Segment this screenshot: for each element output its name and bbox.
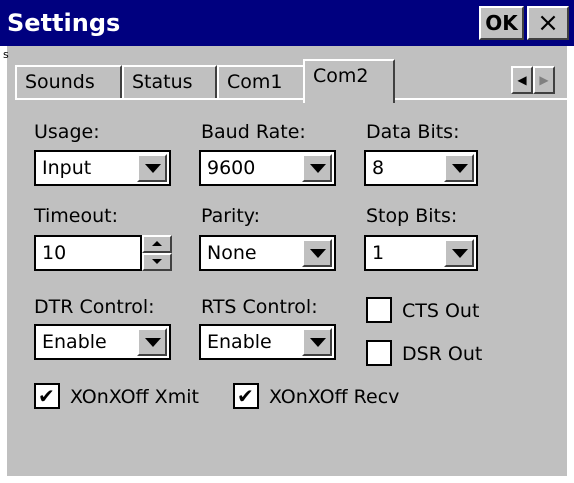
xonxoff-recv-checkbox[interactable]: ✔ — [233, 383, 259, 409]
baud-rate-dropdown-arrow[interactable] — [302, 154, 332, 182]
parity-value: None — [207, 242, 257, 264]
tab-scroll-indicator: s — [3, 48, 9, 61]
tab-scroll-right-button[interactable]: ▶ — [533, 66, 555, 94]
data-bits-value: 8 — [372, 157, 385, 179]
chevron-down-icon — [310, 164, 326, 173]
checkmark-icon: ✔ — [38, 384, 55, 408]
stop-bits-dropdown-arrow[interactable] — [444, 239, 474, 267]
rts-control-dropdown-arrow[interactable] — [302, 328, 332, 356]
dsr-out-label: DSR Out — [402, 343, 483, 365]
ok-button[interactable]: OK — [479, 6, 524, 40]
dtr-control-value: Enable — [42, 331, 107, 353]
settings-window: Settings OK × s Sounds Status Com1 Com2 … — [0, 0, 574, 483]
parity-label: Parity: — [201, 205, 261, 227]
tab-sounds[interactable]: Sounds — [15, 65, 122, 98]
timeout-input[interactable]: 10 — [34, 235, 142, 271]
timeout-value: 10 — [42, 242, 67, 264]
data-bits-label: Data Bits: — [366, 121, 460, 143]
usage-dropdown[interactable]: Input — [34, 150, 171, 186]
dtr-control-label: DTR Control: — [34, 296, 155, 318]
tab-com2[interactable]: Com2 — [303, 59, 395, 103]
baud-rate-dropdown[interactable]: 9600 — [199, 150, 336, 186]
timeout-stepper[interactable] — [142, 235, 172, 271]
chevron-down-icon — [452, 164, 468, 173]
stop-bits-dropdown[interactable]: 1 — [364, 235, 478, 271]
checkmark-icon: ✔ — [237, 384, 254, 408]
xonxoff-xmit-label: XOnXOff Xmit — [70, 386, 199, 408]
dsr-out-checkbox[interactable] — [366, 340, 392, 366]
dtr-control-dropdown-arrow[interactable] — [137, 328, 167, 356]
window-frame-right — [567, 46, 574, 483]
chevron-down-icon — [310, 249, 326, 258]
chevron-down-icon — [145, 338, 161, 347]
chevron-down-icon — [310, 338, 326, 347]
data-bits-dropdown[interactable]: 8 — [364, 150, 478, 186]
stop-bits-label: Stop Bits: — [366, 205, 458, 227]
parity-dropdown[interactable]: None — [199, 235, 336, 271]
title-bar: Settings OK × — [0, 0, 574, 46]
window-title: Settings — [7, 9, 121, 37]
usage-value: Input — [42, 157, 92, 179]
baud-rate-value: 9600 — [207, 157, 256, 179]
timeout-increment-button[interactable] — [142, 235, 172, 253]
rts-control-label: RTS Control: — [201, 296, 318, 318]
baud-rate-label: Baud Rate: — [201, 121, 306, 143]
xonxoff-xmit-checkbox[interactable]: ✔ — [34, 383, 60, 409]
tab-scroll-left-button[interactable]: ◀ — [511, 66, 533, 94]
rts-control-value: Enable — [207, 331, 272, 353]
stop-bits-value: 1 — [372, 242, 385, 264]
chevron-down-icon — [452, 249, 468, 258]
data-bits-dropdown-arrow[interactable] — [444, 154, 474, 182]
timeout-decrement-button[interactable] — [142, 253, 172, 271]
window-frame-left — [0, 46, 7, 483]
chevron-down-icon — [145, 164, 161, 173]
xonxoff-recv-label: XOnXOff Recv — [269, 386, 400, 408]
dtr-control-dropdown[interactable]: Enable — [34, 324, 171, 360]
arrow-down-icon — [152, 259, 162, 264]
close-button[interactable]: × — [527, 6, 569, 40]
rts-control-dropdown[interactable]: Enable — [199, 324, 336, 360]
usage-label: Usage: — [34, 121, 100, 143]
arrow-up-icon — [152, 241, 162, 246]
parity-dropdown-arrow[interactable] — [302, 239, 332, 267]
cts-out-label: CTS Out — [402, 300, 480, 322]
timeout-label: Timeout: — [34, 205, 119, 227]
cts-out-checkbox[interactable] — [366, 297, 392, 323]
tab-com1[interactable]: Com1 — [217, 65, 305, 98]
tab-status[interactable]: Status — [122, 65, 217, 98]
usage-dropdown-arrow[interactable] — [137, 154, 167, 182]
